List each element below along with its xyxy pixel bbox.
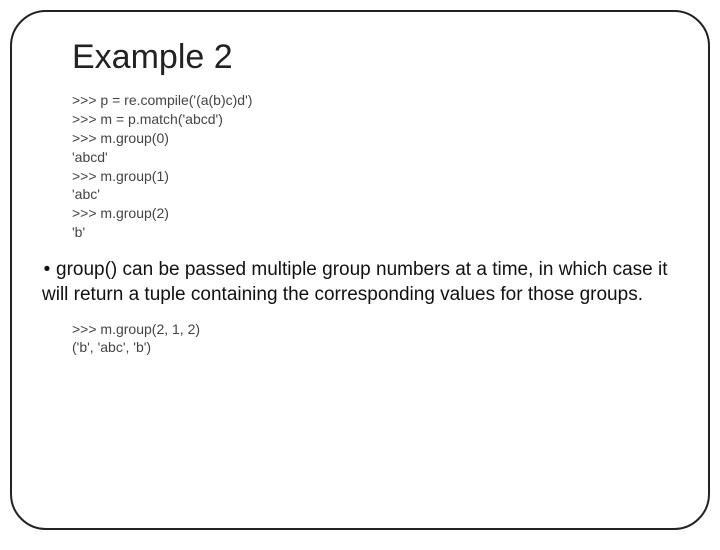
slide-title: Example 2 — [72, 38, 678, 77]
bullet-paragraph: •group() can be passed multiple group nu… — [42, 258, 678, 307]
code-block-2: >>> m.group(2, 1, 2) ('b', 'abc', 'b') — [72, 320, 678, 358]
slide-frame: Example 2 >>> p = re.compile('(a(b)c)d')… — [10, 10, 710, 530]
code-block-1: >>> p = re.compile('(a(b)c)d') >>> m = p… — [72, 91, 678, 242]
bullet-icon: • — [42, 258, 52, 283]
bullet-text: group() can be passed multiple group num… — [42, 259, 667, 305]
